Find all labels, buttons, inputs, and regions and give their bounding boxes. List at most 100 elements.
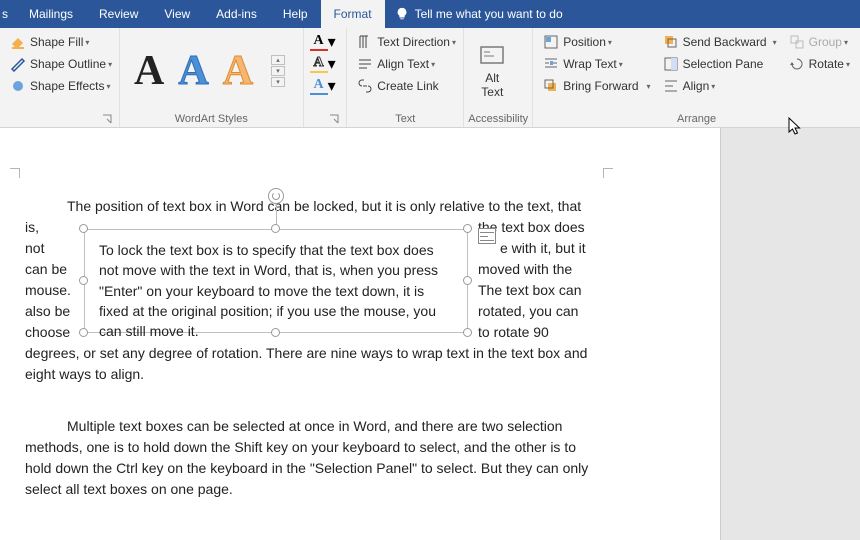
group-wordart-label: WordArt Styles xyxy=(124,111,299,127)
dialog-launcher-icon[interactable] xyxy=(101,113,113,125)
tab-review[interactable]: Review xyxy=(86,0,151,28)
wrap-text-button[interactable]: Wrap Text▾ xyxy=(539,54,654,74)
alt-text-label: AltText xyxy=(481,72,503,98)
tab-format[interactable]: Format xyxy=(321,0,385,28)
shape-effects-label: Shape Effects xyxy=(30,79,105,93)
text-direction-button[interactable]: Text Direction▾ xyxy=(353,32,460,52)
tell-me-search[interactable]: Tell me what you want to do xyxy=(385,7,573,21)
shape-outline-button[interactable]: Shape Outline▾ xyxy=(6,54,116,74)
resize-handle-bl[interactable] xyxy=(79,328,88,337)
tab-addins[interactable]: Add-ins xyxy=(203,0,270,28)
tab-help[interactable]: Help xyxy=(270,0,321,28)
text-direction-icon xyxy=(357,34,373,50)
tell-me-label: Tell me what you want to do xyxy=(415,7,563,21)
body-text-paragraph-2[interactable]: Multiple text boxes can be selected at o… xyxy=(25,416,595,500)
ribbon: Shape Fill▾ Shape Outline▾ Shape Effects… xyxy=(0,28,860,128)
alt-text-button[interactable]: AltText xyxy=(468,30,516,111)
text-outline-button[interactable]: A▾ xyxy=(310,54,336,74)
text-fill-icon: A xyxy=(310,33,328,51)
group-icon xyxy=(789,34,805,50)
body-text-left-6[interactable]: choose xyxy=(25,322,70,343)
document-canvas[interactable]: The position of text box in Word can be … xyxy=(0,128,720,540)
selected-text-box[interactable]: To lock the text box is to specify that … xyxy=(84,229,468,333)
group-wordart-styles: A A A ▴ ▾ ▾ WordArt Styles xyxy=(120,28,304,127)
resize-handle-ml[interactable] xyxy=(79,276,88,285)
shape-effects-button[interactable]: Shape Effects▾ xyxy=(6,76,116,96)
align-text-icon xyxy=(357,56,373,72)
body-text-left-2[interactable]: not xyxy=(25,238,44,259)
rotation-handle[interactable] xyxy=(268,188,284,204)
group-shape-styles: Shape Fill▾ Shape Outline▾ Shape Effects… xyxy=(0,28,120,127)
create-link-button[interactable]: Create Link xyxy=(353,76,460,96)
bring-forward-button[interactable]: Bring Forward▾ xyxy=(539,76,654,96)
send-backward-label: Send Backward xyxy=(683,35,767,49)
selection-pane-button[interactable]: Selection Pane xyxy=(659,54,781,74)
wordart-style-1[interactable]: A xyxy=(134,47,164,95)
wordart-style-3[interactable]: A xyxy=(223,47,253,95)
tab-view[interactable]: View xyxy=(151,0,203,28)
position-label: Position xyxy=(563,35,606,49)
body-text-right-4[interactable]: The text box can xyxy=(478,280,582,301)
body-text-left-5[interactable]: also be xyxy=(25,301,70,322)
position-icon xyxy=(543,34,559,50)
body-text-right-3[interactable]: moved with the xyxy=(478,259,572,280)
link-icon xyxy=(357,78,373,94)
bring-forward-icon xyxy=(543,78,559,94)
align-button[interactable]: Align▾ xyxy=(659,76,781,96)
body-text-right-1[interactable]: the text box does xyxy=(478,217,618,238)
resize-handle-bc[interactable] xyxy=(271,328,280,337)
body-text-line-7[interactable]: degrees, or set any degree of rotation. … xyxy=(25,343,605,385)
rotate-label: Rotate xyxy=(809,57,844,71)
resize-handle-br[interactable] xyxy=(463,328,472,337)
chevron-bar-down-icon[interactable]: ▾ xyxy=(271,77,285,87)
effects-icon xyxy=(10,78,26,94)
tab-mailings[interactable]: Mailings xyxy=(16,0,86,28)
body-text-right-2[interactable]: e with it, but it xyxy=(500,238,586,259)
bring-forward-label: Bring Forward xyxy=(563,79,638,93)
text-box-content[interactable]: To lock the text box is to specify that … xyxy=(99,242,438,339)
resize-handle-mr[interactable] xyxy=(463,276,472,285)
text-effects-button[interactable]: A▾ xyxy=(310,76,336,96)
align-text-label: Align Text xyxy=(377,57,429,71)
position-button[interactable]: Position▾ xyxy=(539,32,654,52)
group-button[interactable]: Group▾ xyxy=(785,32,854,52)
pencil-outline-icon xyxy=(10,56,26,72)
shape-fill-label: Shape Fill xyxy=(30,35,83,49)
text-effects-icon: A xyxy=(310,77,328,95)
wordart-style-2[interactable]: A xyxy=(178,47,208,95)
group-wordart-text-style: A▾ A▾ A▾ xyxy=(304,28,347,127)
wordart-gallery[interactable]: A A A ▴ ▾ ▾ xyxy=(124,30,295,111)
text-fill-button[interactable]: A▾ xyxy=(310,32,336,52)
wrap-text-label: Wrap Text xyxy=(563,57,617,71)
group-wordart-launcher xyxy=(308,111,343,127)
group-accessibility: AltText Accessibility xyxy=(464,28,533,127)
wordart-gallery-spinner[interactable]: ▴ ▾ ▾ xyxy=(271,55,285,87)
alt-text-icon xyxy=(478,42,506,70)
chevron-down-icon[interactable]: ▾ xyxy=(271,66,285,76)
group-arrange: Position▾ Wrap Text▾ Bring Forward▾ Send… xyxy=(533,28,860,127)
align-icon xyxy=(663,78,679,94)
text-outline-icon: A xyxy=(310,55,328,73)
group-shape-styles-label xyxy=(4,111,115,127)
align-text-button[interactable]: Align Text▾ xyxy=(353,54,460,74)
tab-cut[interactable]: s xyxy=(0,0,16,28)
dialog-launcher-icon[interactable] xyxy=(328,113,340,125)
rotate-icon xyxy=(789,56,805,72)
body-text-left-4[interactable]: mouse. xyxy=(25,280,71,301)
chevron-up-icon[interactable]: ▴ xyxy=(271,55,285,65)
rotate-button[interactable]: Rotate▾ xyxy=(785,54,854,74)
text-direction-label: Text Direction xyxy=(377,35,450,49)
body-text-left-3[interactable]: can be xyxy=(25,259,67,280)
body-text-right-5[interactable]: rotated, you can xyxy=(478,301,578,322)
shape-fill-button[interactable]: Shape Fill▾ xyxy=(6,32,116,52)
ruler-corner-right xyxy=(603,168,613,178)
resize-handle-tl[interactable] xyxy=(79,224,88,233)
body-text-right-6[interactable]: to rotate 90 xyxy=(478,322,549,343)
group-arrange-label: Arrange xyxy=(537,111,856,127)
page-gutter xyxy=(720,128,860,540)
shape-outline-label: Shape Outline xyxy=(30,57,106,71)
send-backward-button[interactable]: Send Backward▾ xyxy=(659,32,781,52)
layout-options-button[interactable] xyxy=(478,228,496,244)
resize-handle-tc[interactable] xyxy=(271,224,280,233)
resize-handle-tr[interactable] xyxy=(463,224,472,233)
